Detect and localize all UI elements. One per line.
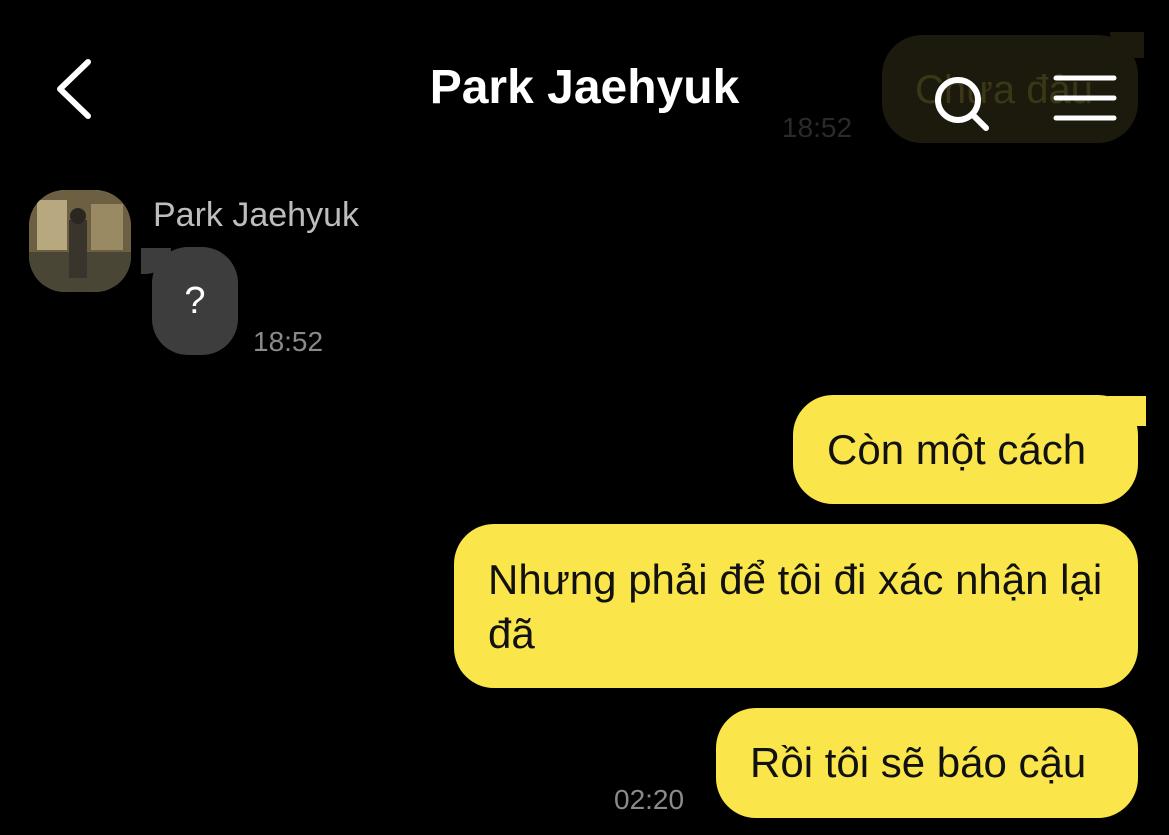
- outgoing-message-text: Nhưng phải để tôi đi xác nhận lại đã: [488, 556, 1103, 657]
- incoming-message-text: ?: [184, 280, 206, 322]
- search-button[interactable]: [928, 70, 998, 140]
- menu-icon: [1053, 75, 1117, 121]
- incoming-message-time: 18:52: [253, 326, 324, 357]
- menu-button[interactable]: [1052, 72, 1122, 128]
- outgoing-message-time: 02:20: [614, 784, 685, 815]
- search-icon: [935, 77, 989, 131]
- outgoing-message-text: Rồi tôi sẽ báo cậu: [750, 739, 1087, 786]
- avatar[interactable]: [29, 190, 131, 292]
- sender-name: Park Jaehyuk: [153, 196, 359, 234]
- chat-header: Park Jaehyuk: [0, 0, 1169, 180]
- profile-photo: [29, 190, 131, 292]
- outgoing-message-text: Còn một cách: [827, 426, 1087, 473]
